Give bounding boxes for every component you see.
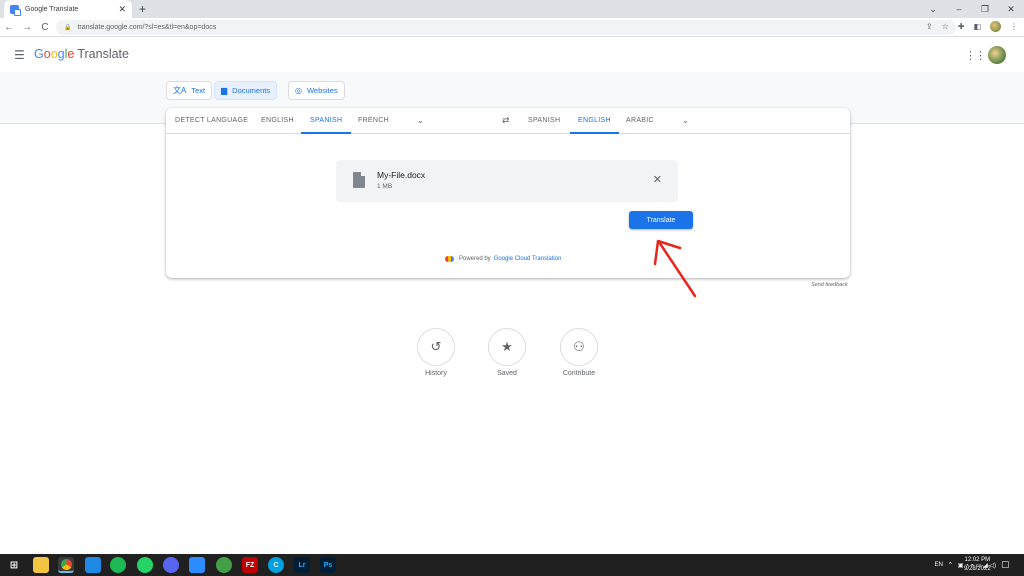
- globe-icon: ◎: [295, 86, 302, 95]
- file-explorer-icon[interactable]: [33, 557, 49, 573]
- uploaded-file: My-File.docx 1 MB ✕: [336, 160, 678, 202]
- clock[interactable]: 12:02 PM 9/28/2022: [964, 556, 991, 574]
- people-icon[interactable]: ⚇: [560, 328, 598, 366]
- history-action[interactable]: ↺: [417, 328, 455, 366]
- clock-time: 12:02 PM: [964, 557, 991, 563]
- browser-tab[interactable]: Google Translate ✕: [4, 0, 132, 18]
- browser-tools: ⇪ ☆ ✚ ◧ ⋮: [926, 21, 1018, 32]
- windows-taskbar: ⊞ FZ C Lr Ps EN ^ ▣ ◔ ◓ ▭ ◢ ◁) 12:02 PM …: [0, 554, 1024, 576]
- logo-product: Translate: [77, 47, 129, 61]
- discord-icon[interactable]: [163, 557, 179, 573]
- google-translate-favicon-icon: [10, 4, 21, 16]
- filezilla-icon[interactable]: FZ: [242, 557, 258, 573]
- bookmark-star-icon[interactable]: ☆: [942, 22, 949, 31]
- profile-avatar-icon[interactable]: [990, 21, 1001, 32]
- mode-text-button[interactable]: 文A Text: [166, 81, 213, 100]
- mode-websites-button[interactable]: ◎ Websites: [288, 81, 345, 100]
- google-cloud-icon: [445, 256, 454, 262]
- browser-menu-icon[interactable]: ⋮: [1010, 22, 1018, 31]
- app-green-icon[interactable]: [216, 557, 232, 573]
- browser-tab-bar: Google Translate ✕ + ⌄ – ❐ ✕: [0, 0, 1024, 18]
- lock-icon: 🔒: [64, 25, 72, 31]
- forward-button[interactable]: →: [18, 22, 36, 33]
- target-lang-arabic[interactable]: ARABIC: [626, 108, 654, 134]
- mode-text-label: Text: [191, 86, 206, 95]
- star-icon[interactable]: ★: [488, 328, 526, 366]
- new-tab-button[interactable]: +: [139, 2, 146, 16]
- tab-close-icon[interactable]: ✕: [118, 4, 126, 15]
- chrome-icon[interactable]: [58, 557, 74, 573]
- language-bar: DETECT LANGUAGE ENGLISH SPANISH FRENCH ⌄…: [166, 108, 850, 134]
- mode-documents-button[interactable]: ▆ Documents: [214, 81, 278, 100]
- tab-title: Google Translate: [25, 5, 79, 13]
- minimize-button[interactable]: –: [946, 4, 972, 14]
- url-field[interactable]: 🔒 translate.google.com/?sl=es&tl=en&op=d…: [56, 20, 956, 35]
- photoshop-icon[interactable]: Ps: [320, 557, 336, 573]
- translate-icon: 文A: [173, 86, 187, 95]
- saved-action[interactable]: ★: [488, 328, 526, 366]
- lightroom-icon[interactable]: Lr: [294, 557, 310, 573]
- google-translate-logo[interactable]: Google Translate: [34, 47, 129, 61]
- input-language[interactable]: EN: [935, 562, 943, 568]
- windows-start-icon[interactable]: ⊞: [6, 557, 22, 573]
- remove-file-close-icon[interactable]: ✕: [653, 173, 662, 186]
- side-panel-icon[interactable]: ◧: [973, 22, 981, 31]
- source-lang-french[interactable]: FRENCH: [358, 108, 389, 134]
- powered-by-footer: Powered by Google Cloud Translation: [445, 256, 561, 262]
- file-size: 1 MB: [377, 183, 393, 190]
- history-icon[interactable]: ↺: [417, 328, 455, 366]
- address-toolbar: ← → C 🔒 translate.google.com/?sl=es&tl=e…: [0, 18, 1024, 37]
- annotation-arrow-shaft: [657, 240, 697, 298]
- app-c-icon[interactable]: C: [268, 557, 284, 573]
- logo-wordmark: Google: [34, 47, 75, 61]
- translate-button[interactable]: Translate: [629, 211, 693, 229]
- file-name: My-File.docx: [377, 170, 426, 180]
- extensions-icon[interactable]: ✚: [958, 22, 965, 31]
- document-icon: ▆: [221, 86, 228, 95]
- target-more-languages-chevron-icon[interactable]: ⌄: [682, 116, 689, 125]
- contribute-action[interactable]: ⚇: [560, 328, 598, 366]
- zoom-icon[interactable]: [189, 557, 205, 573]
- mode-websites-label: Websites: [306, 86, 338, 95]
- app-icon[interactable]: [85, 557, 101, 573]
- swap-languages-icon[interactable]: ⇄: [502, 115, 510, 126]
- spotify-icon[interactable]: [110, 557, 126, 573]
- translate-card: DETECT LANGUAGE ENGLISH SPANISH FRENCH ⌄…: [166, 108, 850, 278]
- source-lang-spanish[interactable]: SPANISH: [301, 108, 352, 134]
- tray-chevron-icon[interactable]: ^: [949, 562, 952, 568]
- target-lang-spanish[interactable]: SPANISH: [528, 108, 560, 134]
- whatsapp-icon[interactable]: [137, 557, 153, 573]
- back-button[interactable]: ←: [0, 22, 18, 33]
- source-lang-detect[interactable]: DETECT LANGUAGE: [175, 108, 248, 134]
- close-window-button[interactable]: ✕: [998, 4, 1024, 15]
- history-label: History: [425, 370, 447, 377]
- target-lang-english[interactable]: ENGLISH: [570, 108, 619, 134]
- source-more-languages-chevron-icon[interactable]: ⌄: [417, 116, 424, 125]
- notifications-icon[interactable]: ▢: [1001, 559, 1010, 570]
- annotation-arrow-icon: [653, 239, 697, 298]
- send-feedback-link[interactable]: Send feedback: [811, 282, 848, 288]
- powered-by-text: Powered by: [459, 256, 491, 262]
- window-controls: ⌄ – ❐ ✕: [920, 0, 1024, 18]
- mode-documents-label: Documents: [232, 86, 271, 95]
- clock-date: 9/28/2022: [964, 566, 991, 572]
- restore-button[interactable]: ❐: [972, 4, 998, 15]
- file-icon: [353, 172, 365, 188]
- reload-button[interactable]: C: [36, 22, 54, 33]
- cloud-translation-link[interactable]: Google Cloud Translation: [494, 256, 562, 262]
- contribute-label: Contribute: [562, 370, 596, 377]
- share-icon[interactable]: ⇪: [926, 22, 933, 31]
- source-lang-english[interactable]: ENGLISH: [261, 108, 294, 134]
- saved-label: Saved: [497, 370, 517, 377]
- main-menu-icon[interactable]: ☰: [14, 48, 25, 62]
- tab-search-icon[interactable]: ⌄: [920, 4, 946, 15]
- url-text: translate.google.com/?sl=es&tl=en&op=doc…: [77, 24, 217, 31]
- account-avatar[interactable]: [988, 46, 1006, 64]
